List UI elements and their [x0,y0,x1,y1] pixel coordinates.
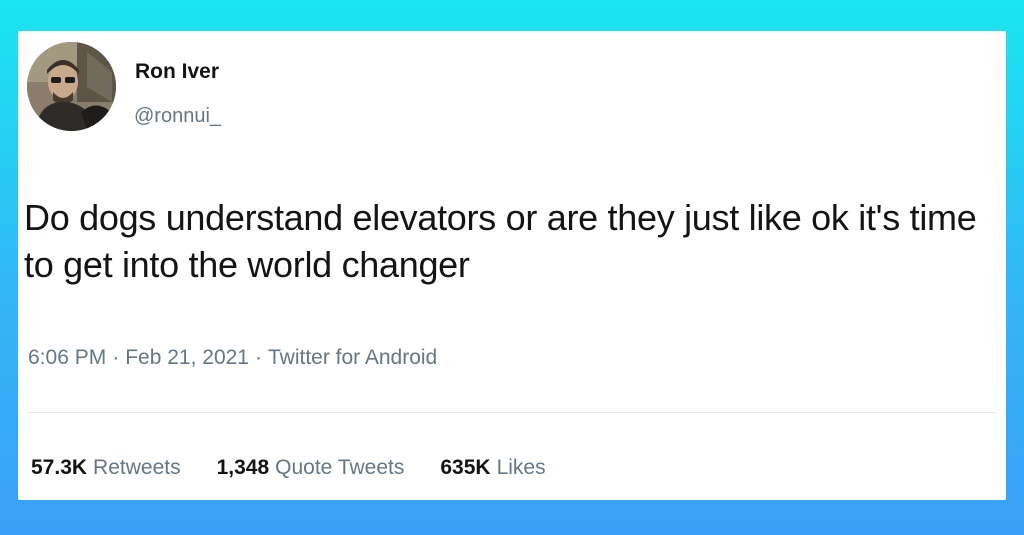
author-name[interactable]: Ron Iver [135,61,219,82]
meta-separator: · [112,346,120,369]
quote-tweets-stat[interactable]: 1,348 Quote Tweets [217,457,405,478]
quote-tweets-count: 1,348 [216,456,270,479]
avatar-photo-icon [27,42,116,131]
likes-count: 635K [440,456,491,479]
divider [28,412,996,413]
likes-label: Likes [496,456,546,479]
meta-separator: · [254,346,262,369]
quote-tweets-label: Quote Tweets [275,456,405,479]
tweet-card: Ron Iver @ronnui_ Do dogs understand ele… [18,31,1006,500]
tweet-stats: 57.3K Retweets 1,348 Quote Tweets 635K L… [31,457,546,478]
tweet-meta: 6:06 PM · Feb 21, 2021 · Twitter for Android [28,347,437,368]
tweet-text: Do dogs understand elevators or are they… [24,197,977,285]
tweet-source[interactable]: Twitter for Android [268,346,437,369]
tweet-time[interactable]: 6:06 PM [28,346,106,369]
avatar[interactable] [27,42,116,131]
likes-stat[interactable]: 635K Likes [440,457,545,478]
tweet-date[interactable]: Feb 21, 2021 [125,346,249,369]
retweets-count: 57.3K [31,456,88,479]
author-handle[interactable]: @ronnui_ [134,106,221,126]
retweets-stat[interactable]: 57.3K Retweets [31,457,181,478]
retweets-label: Retweets [93,456,181,479]
